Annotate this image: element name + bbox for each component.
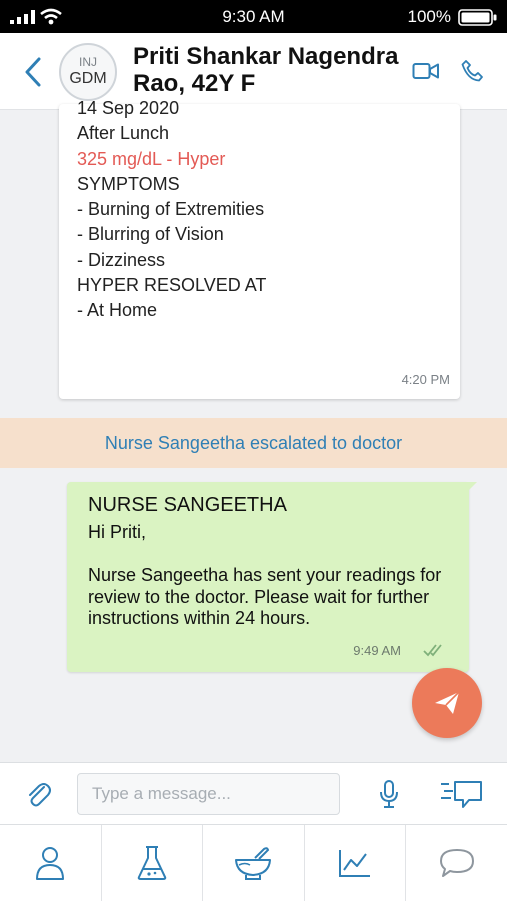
tab-trends[interactable] [305, 825, 407, 901]
lab-flask-icon [137, 846, 167, 880]
reading-card-line: SYMPTOMS [77, 173, 180, 194]
tab-chat[interactable] [406, 825, 507, 901]
message-input[interactable] [77, 773, 340, 815]
reading-card-line: - At Home [77, 300, 158, 321]
message-bubble[interactable]: NURSE SANGEETHA Hi Priti, Nurse Sangeeth… [67, 482, 477, 672]
battery-icon [458, 9, 497, 26]
reading-card-line: - Burning of Extremities [77, 199, 265, 220]
bottom-tab-bar [0, 824, 507, 901]
status-bar: 9:30 AM 100% [0, 0, 507, 33]
message-sender: NURSE SANGEETHA [88, 494, 287, 516]
double-check-icon [423, 644, 442, 657]
tab-profile[interactable] [0, 825, 102, 901]
line-chart-icon [339, 850, 371, 877]
message-text: Hi Priti, Nurse Sangeetha has sent your … [88, 522, 442, 628]
chat-bubble-icon [439, 849, 474, 877]
bubble-tail-icon [465, 482, 477, 494]
microphone-icon[interactable] [378, 779, 400, 809]
person-icon [36, 847, 65, 880]
reading-card-line: - Blurring of Vision [77, 224, 224, 245]
reading-card-line: 325 mg/dL - Hyper [77, 148, 226, 169]
back-chevron-icon[interactable] [22, 56, 44, 88]
escalation-banner: Nurse Sangeetha escalated to doctor [0, 418, 507, 468]
patient-title[interactable]: Priti Shankar Nagendra Rao, 42Y F [133, 43, 403, 97]
send-icon [435, 691, 460, 714]
battery-percent: 100% [407, 7, 451, 26]
reading-card: 14 Sep 2020 After Lunch 325 mg/dL - Hyper S… [59, 98, 460, 399]
reading-card-line: - Dizziness [77, 249, 166, 270]
avatar-line-1: INJ [79, 55, 97, 69]
video-call-icon[interactable] [412, 61, 440, 81]
send-fab-button[interactable] [412, 668, 482, 738]
avatar[interactable]: INJ GDM [59, 43, 117, 101]
avatar-line-2: GDM [69, 70, 107, 87]
reading-card-line: After Lunch [77, 123, 170, 144]
reading-card-line: HYPER RESOLVED AT [77, 275, 267, 296]
paperclip-icon[interactable] [24, 779, 52, 809]
quick-replies-icon[interactable] [439, 780, 483, 810]
tab-medications[interactable] [203, 825, 305, 901]
reading-card-line: 14 Sep 2020 [77, 98, 180, 118]
message-composer [0, 762, 507, 825]
reading-card-lines: 14 Sep 2020 After Lunch 325 mg/dL - Hyper S… [77, 96, 437, 324]
message-time: 9:49 AM [353, 643, 401, 658]
phone-call-icon[interactable] [460, 59, 484, 83]
mortar-pestle-icon [235, 847, 272, 880]
reading-card-time: 4:20 PM [401, 372, 450, 387]
tab-labs[interactable] [102, 825, 204, 901]
